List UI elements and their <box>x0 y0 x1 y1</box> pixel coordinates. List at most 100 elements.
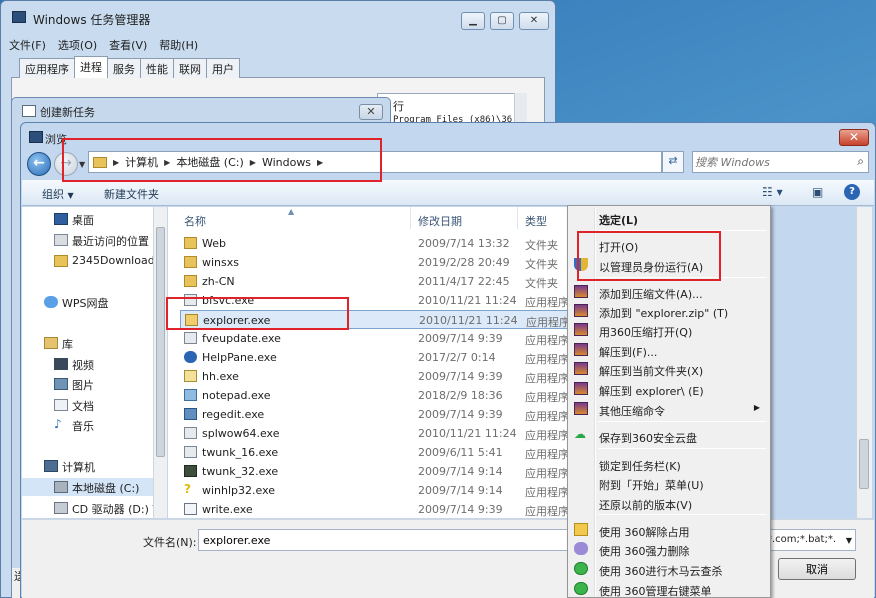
menu-item-extract-here[interactable]: 解压到当前文件夹(X) <box>570 359 768 378</box>
file-row-zh-cn[interactable]: zh-CN 2011/4/17 22:45 文件夹 <box>180 272 568 291</box>
menu-item-add-to-archive[interactable]: 添加到压缩文件(A)... <box>570 282 768 301</box>
file-date: 2017/2/7 0:14 <box>418 351 496 364</box>
menu-item-restore-versions[interactable]: 还原以前的版本(V) <box>570 493 768 512</box>
create-task-close-button[interactable]: ✕ <box>359 104 383 120</box>
menu-item-360-manage-menu[interactable]: 使用 360管理右键菜单 <box>570 579 768 597</box>
tab-users[interactable]: 用户 <box>206 58 240 78</box>
new-folder-button[interactable]: 新建文件夹 <box>104 186 159 202</box>
menu-item-pin-start[interactable]: 附到「开始」菜单(U) <box>570 473 768 492</box>
menu-item-extract-to[interactable]: 解压到(F)... <box>570 340 768 359</box>
browse-close-button[interactable]: ✕ <box>839 129 869 146</box>
navigation-scrollbar-thumb[interactable] <box>156 227 165 457</box>
file-row-write[interactable]: write.exe 2009/7/14 9:39 应用程序 <box>180 500 568 518</box>
refresh-icon[interactable]: ⇄ <box>662 151 684 173</box>
file-row-regedit[interactable]: regedit.exe 2009/7/14 9:39 应用程序 <box>180 405 568 424</box>
file-row-winsxs[interactable]: winsxs 2019/2/28 20:49 文件夹 <box>180 253 568 272</box>
menu-item-add-to-zip[interactable]: 添加到 "explorer.zip" (T) <box>570 301 768 320</box>
nav-item-recent-places[interactable]: 最近访问的位置 <box>22 231 154 249</box>
back-button[interactable]: ← <box>27 152 51 176</box>
menu-item-extract-to-folder[interactable]: 解压到 explorer\ (E) <box>570 379 768 398</box>
file-list-scrollbar[interactable] <box>856 207 872 518</box>
file-type-filter[interactable]: *.com;*.bat;*. ▼ <box>764 529 856 551</box>
nav-label-local-disk: 本地磁盘 (C:) <box>72 482 140 495</box>
search-input[interactable] <box>695 153 845 171</box>
chevron-down-icon: ▼ <box>845 536 852 545</box>
tab-applications[interactable]: 应用程序 <box>19 58 75 78</box>
minimize-button[interactable]: ▁ <box>461 12 485 30</box>
menu-item-select[interactable]: 选定(L) <box>570 208 768 227</box>
exe-icon <box>184 446 197 458</box>
navigation-scrollbar[interactable] <box>153 207 167 518</box>
preview-pane-icon[interactable]: ▣ <box>812 185 823 199</box>
file-date: 2009/7/14 9:39 <box>418 503 503 516</box>
menu-item-save-360-cloud[interactable]: ☁ 保存到360安全云盘 <box>570 426 768 445</box>
menu-separator <box>598 448 766 449</box>
chevron-right-icon: ▶ <box>753 403 760 412</box>
file-name: HelpPane.exe <box>202 351 277 364</box>
file-row-web[interactable]: Web 2009/7/14 13:32 文件夹 <box>180 234 568 253</box>
file-row-winhlp32[interactable]: ? winhlp32.exe 2009/7/14 9:14 应用程序 <box>180 481 568 500</box>
file-date: 2010/11/21 11:24 <box>418 294 517 307</box>
menu-item-360-trojan-scan[interactable]: 使用 360进行木马云查杀 <box>570 559 768 578</box>
process-list-column[interactable]: 行 <box>393 98 404 114</box>
file-row-twunk-16[interactable]: twunk_16.exe 2009/6/11 5:41 应用程序 <box>180 443 568 462</box>
menu-item-pin-taskbar[interactable]: 锁定到任务栏(K) <box>570 454 768 473</box>
computer-icon <box>44 460 58 472</box>
video-icon <box>54 358 68 370</box>
file-row-notepad[interactable]: notepad.exe 2018/2/9 18:36 应用程序 <box>180 386 568 405</box>
menu-help[interactable]: 帮助(H) <box>159 37 198 53</box>
file-list-scrollbar-thumb[interactable] <box>859 439 869 489</box>
tab-processes[interactable]: 进程 <box>74 56 108 78</box>
view-options-icon[interactable]: ☷ ▾ <box>762 185 783 199</box>
nav-item-music[interactable]: ♪ 音乐 <box>22 416 154 434</box>
menu-item-360-force-delete[interactable]: 使用 360强力删除 <box>570 539 768 558</box>
process-list[interactable]: 行 Program Files (x86)\36 <box>377 93 527 125</box>
file-type: 应用程序 <box>525 410 568 423</box>
column-header-name[interactable]: 名称 <box>184 213 206 229</box>
close-button[interactable]: ✕ <box>519 12 549 30</box>
file-row-splwow64[interactable]: splwow64.exe 2010/11/21 11:24 应用程序 <box>180 424 568 443</box>
nav-item-videos[interactable]: 视频 <box>22 355 154 373</box>
search-icon[interactable]: ⌕ <box>857 154 864 169</box>
menu-item-360-unlock[interactable]: 使用 360解除占用 <box>570 520 768 539</box>
file-type: 应用程序 <box>525 429 568 442</box>
file-row-twunk-32[interactable]: twunk_32.exe 2009/7/14 9:14 应用程序 <box>180 462 568 481</box>
column-header-date[interactable]: 修改日期 <box>418 213 462 229</box>
maximize-button[interactable]: ▢ <box>490 12 514 30</box>
tab-networking[interactable]: 联网 <box>173 58 207 78</box>
nav-item-local-disk[interactable]: 本地磁盘 (C:) <box>22 478 154 496</box>
file-row-fveupdate[interactable]: fveupdate.exe 2009/7/14 9:39 应用程序 <box>180 329 568 348</box>
winrar-icon <box>574 382 588 395</box>
column-header-type[interactable]: 类型 <box>525 213 547 229</box>
help-icon <box>184 351 197 363</box>
search-box[interactable]: ⌕ <box>692 151 869 173</box>
nav-item-libraries[interactable]: 库 <box>22 334 154 352</box>
column-divider[interactable] <box>517 207 518 229</box>
menu-file[interactable]: 文件(F) <box>9 37 46 53</box>
menu-item-more-compress[interactable]: 其他压缩命令 ▶ <box>570 399 768 418</box>
nav-item-cd-drive[interactable]: CD 驱动器 (D:) V <box>22 499 154 517</box>
task-manager-titlebar[interactable]: Windows 任务管理器 ▁ ▢ ✕ <box>1 1 555 31</box>
help-icon[interactable]: ? <box>844 184 860 200</box>
menu-view[interactable]: 查看(V) <box>109 37 147 53</box>
file-row-hh[interactable]: hh.exe 2009/7/14 9:39 应用程序 <box>180 367 568 386</box>
filename-field[interactable] <box>198 529 572 551</box>
organize-button[interactable]: 组织 ▼ <box>42 186 74 202</box>
nav-item-desktop[interactable]: 桌面 <box>22 210 154 228</box>
tab-performance[interactable]: 性能 <box>140 58 174 78</box>
nav-item-wps-drive[interactable]: WPS网盘 <box>22 293 154 311</box>
tab-services[interactable]: 服务 <box>107 58 141 78</box>
file-date: 2009/7/14 9:14 <box>418 484 503 497</box>
nav-item-documents[interactable]: 文档 <box>22 396 154 414</box>
nav-item-2345downloads[interactable]: 2345Downloads <box>22 252 154 270</box>
nav-label-videos: 视频 <box>72 359 94 372</box>
nav-item-pictures[interactable]: 图片 <box>22 375 154 393</box>
column-divider[interactable] <box>410 207 411 229</box>
file-row-helppane[interactable]: HelpPane.exe 2017/2/7 0:14 应用程序 <box>180 348 568 367</box>
menu-options[interactable]: 选项(O) <box>58 37 97 53</box>
nav-item-computer[interactable]: 计算机 <box>22 457 154 475</box>
menu-item-label: 解压到 explorer\ (E) <box>599 385 704 398</box>
process-list-scrollbar[interactable] <box>514 93 527 125</box>
menu-item-open-with-360zip[interactable]: 用360压缩打开(Q) <box>570 320 768 339</box>
cancel-button[interactable]: 取消 <box>778 558 856 580</box>
